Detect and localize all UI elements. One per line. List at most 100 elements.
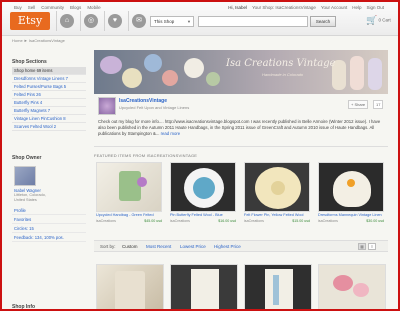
nav-divider xyxy=(128,11,129,31)
likes-count[interactable]: 17 xyxy=(373,100,384,109)
sidebar-item-butterfly-magnets[interactable]: Butterfly Magnets 7 xyxy=(12,107,86,115)
sidebar-item-scarves[interactable]: Scarves Felted Wool 2 xyxy=(12,123,86,131)
sort-lowest-price[interactable]: Lowest Price xyxy=(180,244,206,249)
cart-label: Cart xyxy=(382,17,391,23)
share-button[interactable]: + Share xyxy=(348,100,369,109)
list-view-icon[interactable]: ≡ xyxy=(368,243,376,250)
featured-item-price: $15.00 usd xyxy=(292,219,310,223)
favorites-link[interactable]: Favorites xyxy=(12,215,86,225)
activity-icon[interactable]: ◎ xyxy=(84,14,98,28)
sort-bar: Sort by: Custom Most Recent Lowest Price… xyxy=(94,240,388,252)
favorites-icon[interactable]: ♥ xyxy=(108,14,122,28)
listing-item[interactable] xyxy=(170,264,238,309)
read-more-link[interactable]: read more xyxy=(161,131,181,136)
nav-divider xyxy=(104,11,105,31)
banner-decoration xyxy=(100,56,122,74)
user-greeting: Hi, Isabel xyxy=(228,5,248,10)
search-input[interactable] xyxy=(198,16,308,27)
listing-image xyxy=(273,275,279,305)
featured-item[interactable]: Upcycled Handbag - Green Felted isaCreat… xyxy=(96,162,162,224)
listing-item[interactable] xyxy=(96,264,164,309)
top-navigation-bar: Buy Sell Community Blogs Mobile Hi, Isab… xyxy=(2,2,398,36)
featured-item[interactable]: Pin Butterfly Felted Wool - Blue isaCrea… xyxy=(170,162,236,224)
profile-link[interactable]: Profile xyxy=(12,206,86,216)
featured-item-shop[interactable]: isaCreations xyxy=(96,219,116,223)
shop-name[interactable]: IsaCreationsVintage xyxy=(119,98,167,104)
featured-items-heading: FEATURED ITEMS FROM ISACREATIONSVINTAGE xyxy=(94,153,198,158)
banner-decoration xyxy=(162,70,178,86)
flower-image xyxy=(137,177,147,187)
shop-announcement: Check out my blog for more info.... http… xyxy=(98,119,382,137)
nav-divider xyxy=(80,11,81,31)
listing-image xyxy=(191,269,219,309)
sort-highest-price[interactable]: Highest Price xyxy=(214,244,241,249)
listing-image xyxy=(353,283,369,297)
search-scope-value: This Shop xyxy=(154,19,175,24)
sign-out-link[interactable]: Sign Out xyxy=(366,5,384,10)
your-account-link[interactable]: Your Account xyxy=(321,5,347,10)
featured-item-shop[interactable]: isaCreations xyxy=(244,219,264,223)
featured-item-image[interactable] xyxy=(244,162,310,212)
search-button[interactable]: Search xyxy=(310,16,336,27)
home-icon[interactable]: ⌂ xyxy=(60,14,74,28)
banner-decoration xyxy=(122,68,142,88)
sidebar: Shop Sections Shop home 69 items Dresdfo… xyxy=(12,57,86,243)
sidebar-item-shop-home[interactable]: Shop home 69 items xyxy=(12,67,86,75)
featured-item-title[interactable]: Pin Butterfly Felted Wool - Blue xyxy=(170,213,236,217)
mannequin-image xyxy=(347,179,355,187)
user-links: Hi, Isabel Your Shop: IsaCreationsVintag… xyxy=(228,5,384,10)
sidebar-item-butterfly-pins[interactable]: Butterfly Pins 4 xyxy=(12,99,86,107)
listing-image xyxy=(115,271,145,309)
circles-link[interactable]: Circles: 15 xyxy=(12,224,86,234)
banner-decoration xyxy=(184,58,204,78)
banner-decoration xyxy=(206,72,220,86)
featured-item-shop[interactable]: isaCreations xyxy=(318,219,338,223)
buy-link[interactable]: Buy xyxy=(14,5,22,10)
featured-item-image[interactable] xyxy=(96,162,162,212)
owner-avatar[interactable] xyxy=(14,166,36,186)
community-link[interactable]: Community xyxy=(41,5,64,10)
section-divider xyxy=(94,146,388,147)
sort-custom[interactable]: Custom xyxy=(122,244,138,249)
grid-view-icon[interactable]: ▦ xyxy=(358,243,366,250)
etsy-logo[interactable]: Etsy xyxy=(10,12,50,30)
your-shop-link[interactable]: Your Shop: IsaCreationsVintage xyxy=(252,5,316,10)
breadcrumb[interactable]: Home ► IsaCreationsVintage xyxy=(12,38,65,43)
blogs-link[interactable]: Blogs xyxy=(70,5,81,10)
sidebar-item-dresdforms[interactable]: Dresdforms Vintage Linens 7 xyxy=(12,75,86,83)
top-links: Buy Sell Community Blogs Mobile xyxy=(14,5,101,10)
feedback-link[interactable]: Feedback: 134, 100% pos. xyxy=(12,233,86,243)
shop-avatar xyxy=(98,97,116,115)
featured-item-title[interactable]: Upcycled Handbag - Green Felted xyxy=(96,213,162,217)
featured-item-price: $30.00 usd xyxy=(366,219,384,223)
cart-link[interactable]: 🛒 0 Cart xyxy=(366,15,391,26)
owner-links: Profile Favorites Circles: 15 Feedback: … xyxy=(12,206,86,243)
featured-item-shop[interactable]: isaCreations xyxy=(170,219,190,223)
sidebar-item-pincushion[interactable]: Vintage Linen PinCushion 8 xyxy=(12,115,86,123)
messages-icon[interactable]: ✉ xyxy=(132,14,146,28)
help-link[interactable]: Help xyxy=(352,5,361,10)
listing-image xyxy=(265,269,293,309)
featured-item-title[interactable]: Dresdforms Mannequin Vintage Linen xyxy=(318,213,384,217)
sort-most-recent[interactable]: Most Recent xyxy=(146,244,171,249)
banner-decoration xyxy=(144,54,162,72)
sell-link[interactable]: Sell xyxy=(28,5,36,10)
page: Buy Sell Community Blogs Mobile Hi, Isab… xyxy=(0,0,400,311)
sidebar-item-felted-purses[interactable]: Felted Purses/Purse Bags 5 xyxy=(12,83,86,91)
featured-item[interactable]: Dresdforms Mannequin Vintage Linen isaCr… xyxy=(318,162,384,224)
chevron-down-icon: ▼ xyxy=(187,19,191,24)
featured-item-image[interactable] xyxy=(318,162,384,212)
pin-image xyxy=(193,177,215,199)
sidebar-item-felted-pins[interactable]: Felted Pins 26 xyxy=(12,91,86,99)
featured-item-price: $16.00 usd xyxy=(218,219,236,223)
search-scope-select[interactable]: This Shop ▼ xyxy=(150,16,194,27)
listing-item[interactable] xyxy=(318,264,386,309)
banner-decoration xyxy=(350,56,364,90)
mobile-link[interactable]: Mobile xyxy=(87,5,100,10)
featured-item-image[interactable] xyxy=(170,162,236,212)
listing-item[interactable] xyxy=(244,264,312,309)
shop-info-title: Shop Info xyxy=(12,304,36,310)
banner-subtitle: Handmade in Colorado xyxy=(262,72,304,77)
featured-item-title[interactable]: Felt Flower Pin, Yellow Felted Wool xyxy=(244,213,310,217)
featured-item[interactable]: Felt Flower Pin, Yellow Felted Wool isaC… xyxy=(244,162,310,224)
